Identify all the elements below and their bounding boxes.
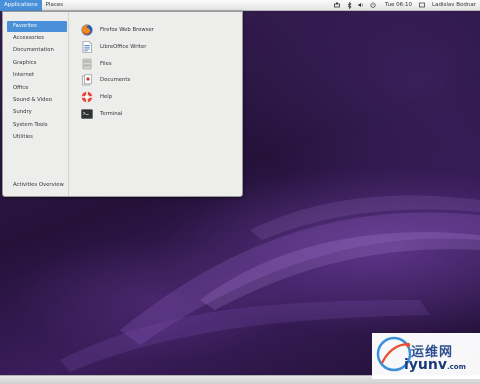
volume-icon[interactable] [358,2,364,9]
category-list: Favorites Accessories Documentation Grap… [3,12,69,196]
app-label: Help [100,93,113,100]
app-files[interactable]: Files [81,57,231,70]
status-area: Tue 06:10 Ladislav Bodnar [331,0,480,11]
watermark-url-main: iyunv [404,357,447,373]
category-system-tools[interactable]: System Tools [7,120,67,131]
power-icon[interactable] [370,2,376,9]
app-label: Firefox Web Browser [100,26,154,33]
app-label: Files [100,60,112,67]
watermark-url: iyunv.com [404,357,466,373]
system-indicator-icon[interactable] [419,2,425,9]
category-accessories[interactable]: Accessories [7,33,67,44]
bluetooth-icon[interactable] [346,1,352,9]
terminal-icon [81,108,93,120]
category-sound-video[interactable]: Sound & Video [7,95,67,106]
category-documentation[interactable]: Documentation [7,45,67,56]
app-label: Documents [100,76,131,83]
firefox-icon [81,24,93,36]
app-terminal[interactable]: Terminal [81,107,231,120]
category-utilities[interactable]: Utilities [7,132,67,143]
app-libreoffice-writer[interactable]: LibreOffice Writer [81,40,231,53]
category-internet[interactable]: Internet [7,70,67,81]
places-menu-button[interactable]: Places [42,0,68,11]
app-documents[interactable]: Documents [81,73,231,86]
clock[interactable]: Tue 06:10 [385,2,412,8]
help-icon [81,91,93,103]
network-icon[interactable] [334,2,340,9]
applications-menu-button[interactable]: Applications [0,0,42,11]
category-favorites[interactable]: Favorites [7,21,67,32]
activities-overview-link[interactable]: Activities Overview [13,182,64,188]
category-office[interactable]: Office [7,83,67,94]
top-bar: Applications Places Tue 06:10 Ladislav B… [0,0,480,11]
documents-icon [81,74,93,86]
category-sundry[interactable]: Sundry [7,107,67,118]
app-help[interactable]: Help [81,90,231,103]
category-graphics[interactable]: Graphics [7,58,67,69]
user-menu[interactable]: Ladislav Bodnar [432,2,476,8]
app-firefox[interactable]: Firefox Web Browser [81,23,231,36]
app-label: LibreOffice Writer [100,43,147,50]
watermark: 运维网 iyunv.com [372,333,480,379]
app-label: Terminal [100,110,123,117]
writer-icon [81,40,93,53]
watermark-url-tld: .com [446,363,466,371]
applications-menu: Favorites Accessories Documentation Grap… [2,11,243,197]
files-icon [81,58,93,70]
